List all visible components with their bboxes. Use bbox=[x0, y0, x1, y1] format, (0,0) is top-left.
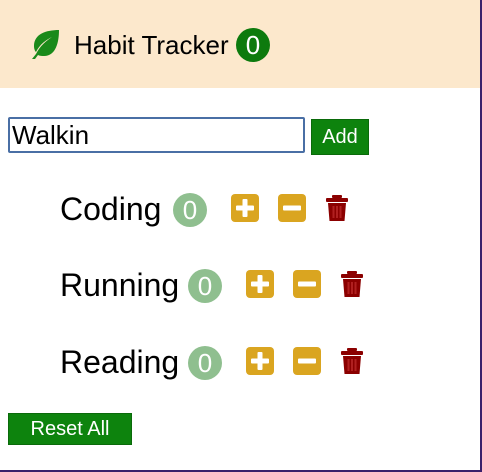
decrement-button[interactable] bbox=[292, 346, 322, 376]
habit-count-badge: 0 bbox=[188, 269, 222, 303]
habit-count-badge: 0 bbox=[188, 346, 222, 380]
leaf-icon bbox=[32, 30, 59, 59]
app-title: Habit Tracker bbox=[74, 30, 229, 60]
plus-square-icon bbox=[246, 270, 274, 298]
add-button[interactable]: Add bbox=[311, 119, 369, 155]
trash-icon bbox=[341, 271, 363, 297]
habit-row: Reading 0 bbox=[60, 342, 380, 382]
plus-square-icon bbox=[246, 347, 274, 375]
habit-count-badge: 0 bbox=[173, 193, 207, 227]
increment-button[interactable] bbox=[245, 346, 275, 376]
increment-button[interactable] bbox=[230, 193, 260, 223]
minus-square-icon bbox=[293, 347, 321, 375]
habit-name: Coding bbox=[60, 191, 162, 227]
minus-square-icon bbox=[293, 270, 321, 298]
habit-name: Running bbox=[60, 267, 180, 303]
trash-icon bbox=[326, 195, 348, 221]
app-header: Habit Tracker 0 bbox=[0, 0, 480, 88]
habit-row: Running 0 bbox=[60, 265, 380, 305]
reset-all-button[interactable]: Reset All bbox=[8, 413, 132, 445]
delete-button[interactable] bbox=[337, 269, 367, 299]
decrement-button[interactable] bbox=[277, 193, 307, 223]
delete-button[interactable] bbox=[337, 346, 367, 376]
increment-button[interactable] bbox=[245, 269, 275, 299]
new-habit-input[interactable] bbox=[8, 117, 305, 153]
delete-button[interactable] bbox=[322, 193, 352, 223]
plus-square-icon bbox=[231, 194, 259, 222]
total-count-badge: 0 bbox=[236, 28, 270, 62]
trash-icon bbox=[341, 348, 363, 374]
habit-row: Coding 0 bbox=[60, 189, 360, 229]
decrement-button[interactable] bbox=[292, 269, 322, 299]
minus-square-icon bbox=[278, 194, 306, 222]
habit-name: Reading bbox=[60, 344, 180, 380]
